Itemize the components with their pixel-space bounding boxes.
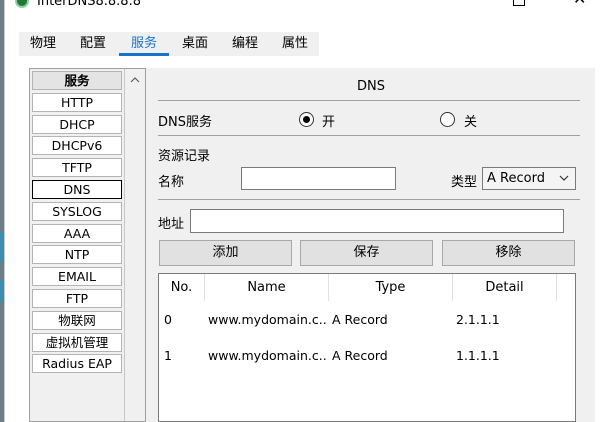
service-item-iot[interactable]: 物联网 (32, 310, 122, 330)
dns-on-radio[interactable] (299, 112, 314, 127)
column-header-no[interactable]: No. (159, 274, 205, 301)
service-item-dns[interactable]: DNS (32, 179, 122, 199)
address-label: 地址 (158, 217, 185, 232)
cell-detail: 2.1.1.1 (456, 312, 500, 327)
cell-type: A Record (332, 348, 388, 363)
close-icon[interactable]: ✕ (573, 0, 586, 7)
chevron-down-icon (559, 175, 569, 181)
dns-off-label[interactable]: 关 (464, 111, 477, 130)
tab-attributes[interactable]: 属性 (279, 32, 311, 56)
service-item-ftp[interactable]: FTP (32, 288, 122, 308)
name-label: 名称 (158, 175, 185, 190)
service-item-dhcp[interactable]: DHCP (32, 114, 122, 134)
column-header-detail[interactable]: Detail (453, 274, 557, 301)
tab-services[interactable]: 服务 (119, 32, 169, 56)
address-input[interactable] (190, 209, 564, 233)
service-item-tftp[interactable]: TFTP (32, 158, 122, 178)
service-item-dhcpv6[interactable]: DHCPv6 (32, 136, 122, 156)
cell-name: www.mydomain.c... (208, 348, 328, 363)
service-item-http[interactable]: HTTP (32, 92, 122, 112)
tab-programming[interactable]: 编程 (229, 32, 261, 56)
service-item-vm-management[interactable]: 虚拟机管理 (32, 332, 122, 352)
table-row[interactable]: 1 www.mydomain.c... A Record 1.1.1.1 (159, 346, 575, 366)
title-bar: InterDNS8.8.8.8 ✕ (5, 0, 611, 12)
cell-detail: 1.1.1.1 (456, 348, 500, 363)
tab-physical[interactable]: 物理 (27, 32, 59, 56)
dns-on-label[interactable]: 开 (322, 111, 335, 130)
resource-records-label: 资源记录 (158, 149, 211, 164)
records-table: No. Name Type Detail 0 www.mydomain.c...… (158, 273, 576, 422)
service-list-scrollbar[interactable] (124, 69, 145, 421)
cell-name: www.mydomain.c... (208, 312, 328, 327)
type-label: 类型 (451, 175, 478, 190)
divider (158, 100, 580, 101)
cell-no: 1 (164, 348, 172, 363)
type-select[interactable]: A Record (482, 167, 576, 190)
remove-button[interactable]: 移除 (442, 240, 575, 266)
column-header-type[interactable]: Type (329, 274, 453, 301)
cell-type: A Record (332, 312, 388, 327)
tab-bar: 物理 配置 服务 桌面 编程 属性 (19, 32, 319, 56)
section-title: DNS (357, 79, 385, 94)
service-item-ntp[interactable]: NTP (32, 245, 122, 265)
tab-config[interactable]: 配置 (77, 32, 109, 56)
service-list-header: 服务 (32, 71, 122, 90)
column-header-name[interactable]: Name (205, 274, 329, 301)
service-item-email[interactable]: EMAIL (32, 267, 122, 287)
maximize-icon[interactable] (513, 0, 525, 6)
dns-off-radio[interactable] (440, 112, 455, 127)
cell-no: 0 (164, 312, 172, 327)
dns-service-label: DNS服务 (158, 115, 212, 130)
app-icon (15, 0, 29, 8)
save-button[interactable]: 保存 (300, 240, 433, 266)
table-row[interactable]: 0 www.mydomain.c... A Record 2.1.1.1 (159, 310, 575, 330)
app-window: InterDNS8.8.8.8 ✕ 物理 配置 服务 桌面 编程 属性 服务 H… (4, 0, 611, 422)
service-item-aaa[interactable]: AAA (32, 223, 122, 243)
service-list-panel: 服务 HTTP DHCP DHCPv6 TFTP DNS SYSLOG AAA … (29, 68, 146, 422)
table-header: No. Name Type Detail (159, 274, 575, 301)
chevron-up-icon[interactable] (130, 75, 140, 85)
divider (158, 135, 580, 136)
radio-selected-dot (303, 116, 310, 123)
window-scroll-area (595, 68, 611, 422)
service-list: 服务 HTTP DHCP DHCPv6 TFTP DNS SYSLOG AAA … (32, 71, 122, 376)
service-item-syslog[interactable]: SYSLOG (32, 201, 122, 221)
type-select-value: A Record (487, 171, 545, 186)
tab-desktop[interactable]: 桌面 (179, 32, 211, 56)
add-button[interactable]: 添加 (159, 240, 292, 266)
name-input[interactable] (241, 167, 396, 190)
service-item-radius-eap[interactable]: Radius EAP (32, 354, 122, 374)
divider (158, 199, 580, 200)
window-title: InterDNS8.8.8.8 (37, 0, 141, 9)
dns-config-panel: DNS DNS服务 开 关 资源记录 名称 类型 A Record 地址 添加 … (146, 68, 595, 422)
